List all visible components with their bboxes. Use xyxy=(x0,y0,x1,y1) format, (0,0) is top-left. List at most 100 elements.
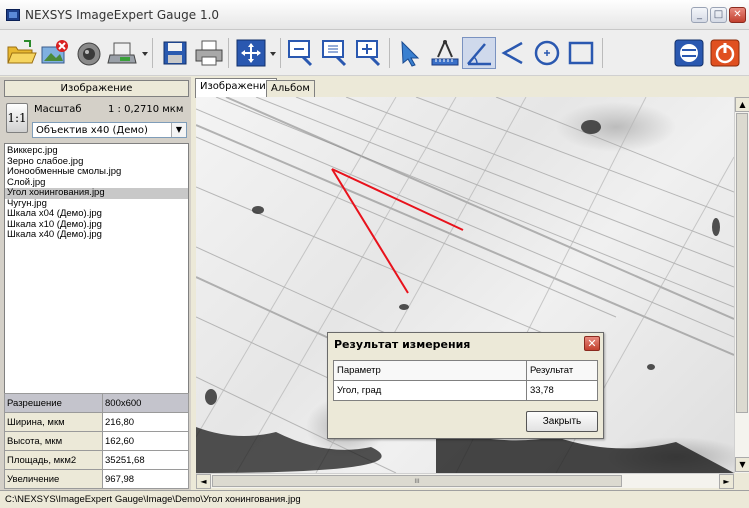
camera-icon xyxy=(77,42,101,66)
power-icon xyxy=(710,39,740,67)
info-value: 800x600 xyxy=(102,393,189,413)
info-row: Увеличение 967,98 xyxy=(4,469,189,489)
column-header-param: Параметр xyxy=(333,360,527,381)
panel-header: Изображение xyxy=(4,80,189,97)
scroll-left-button[interactable]: ◄ xyxy=(196,474,211,489)
file-list-item[interactable]: Шкала х04 (Демо).jpg xyxy=(5,208,188,220)
toolbar-separator xyxy=(152,38,153,68)
scroll-right-button[interactable]: ► xyxy=(719,474,734,489)
zoom-out-icon xyxy=(288,40,313,67)
print-icon xyxy=(195,40,223,66)
move-icon xyxy=(236,39,266,67)
measurement-result-dialog: Результат измерения ✕ Параметр Результат… xyxy=(327,332,604,439)
scroll-down-button[interactable]: ▼ xyxy=(735,457,749,472)
zoom-out-button[interactable] xyxy=(285,37,319,69)
toolbar xyxy=(0,30,749,76)
toolbar-separator xyxy=(228,38,229,68)
vertical-scrollbar[interactable]: ▲ ▼ xyxy=(734,97,749,473)
objective-select[interactable]: Объектив х40 (Демо) ▼ xyxy=(32,122,187,138)
scanner-button[interactable] xyxy=(106,37,140,69)
app-icon xyxy=(6,9,20,21)
left-panel: Изображение 1:1 Масштаб 1 : 0,2710 мкм О… xyxy=(0,77,191,490)
scanner-icon xyxy=(107,42,137,64)
open-folder-icon xyxy=(7,40,37,64)
file-path: C:\NEXSYS\ImageExpert Gauge\Image\Demo\У… xyxy=(5,494,301,505)
result-table: Параметр Результат Угол, град 33,78 xyxy=(333,360,598,401)
info-key: Увеличение xyxy=(4,469,103,489)
info-key: Высота, мкм xyxy=(4,431,103,451)
result-value-cell[interactable]: 33,78 xyxy=(526,380,598,401)
rectangle-measure-icon xyxy=(568,41,594,65)
info-key: Площадь, мкм2 xyxy=(4,450,103,470)
toolbar-separator xyxy=(280,38,281,68)
dialog-title: Результат измерения xyxy=(334,338,471,351)
vertical-scroll-thumb[interactable] xyxy=(736,113,748,413)
result-param-cell: Угол, град xyxy=(333,380,527,401)
open-folder-button[interactable] xyxy=(4,37,38,69)
save-button[interactable] xyxy=(158,37,192,69)
zoom-fit-icon xyxy=(322,40,347,67)
dialog-close-icon[interactable]: ✕ xyxy=(584,336,600,351)
file-list-item[interactable]: Шкала х40 (Демо).jpg xyxy=(5,229,188,241)
circle-measure-button[interactable] xyxy=(530,37,564,69)
info-row: Ширина, мкм 216,80 xyxy=(4,412,189,432)
delete-image-icon xyxy=(41,40,68,64)
circle-measure-icon xyxy=(534,40,560,66)
chevron-down-icon: ▼ xyxy=(171,123,186,137)
pointer-button[interactable] xyxy=(394,37,428,69)
save-icon xyxy=(163,41,187,65)
minimize-button[interactable]: _ xyxy=(691,7,708,23)
file-list-item[interactable]: Виккерс.jpg xyxy=(5,145,188,157)
objective-value: Объектив х40 (Демо) xyxy=(36,125,148,136)
toolbar-separator xyxy=(389,38,390,68)
info-row: Площадь, мкм2 35251,68 xyxy=(4,450,189,470)
horizontal-scroll-thumb[interactable]: III xyxy=(212,475,622,487)
scale-value: 1 : 0,2710 мкм xyxy=(108,104,184,115)
info-key: Разрешение xyxy=(4,393,103,413)
info-value: 162,60 xyxy=(102,431,189,451)
horizontal-scrollbar[interactable]: ◄ III ► xyxy=(196,473,734,489)
tab-album[interactable]: Альбом xyxy=(266,80,315,97)
close-button[interactable]: ✕ xyxy=(729,7,746,23)
move-dropdown[interactable] xyxy=(270,49,276,56)
toolbar-separator xyxy=(602,38,603,68)
info-key: Ширина, мкм xyxy=(4,412,103,432)
scale-label: Масштаб xyxy=(34,104,82,115)
calibrate-button[interactable] xyxy=(672,37,706,69)
info-row: Высота, мкм 162,60 xyxy=(4,431,189,451)
delete-image-button[interactable] xyxy=(38,37,72,69)
maximize-button[interactable]: □ xyxy=(710,7,727,23)
close-dialog-button[interactable]: Закрыть xyxy=(526,411,598,432)
window-title: NEXSYS ImageExpert Gauge 1.0 xyxy=(25,8,220,22)
image-info-table: Разрешение 800x600 Ширина, мкм 216,80 Высота… xyxy=(4,393,189,489)
angle-open-icon xyxy=(501,41,523,65)
title-bar: NEXSYS ImageExpert Gauge 1.0 _ □ ✕ xyxy=(0,0,749,30)
print-button[interactable] xyxy=(192,37,226,69)
calibrate-icon xyxy=(674,39,704,67)
zoom-in-button[interactable] xyxy=(353,37,387,69)
column-header-result: Результат xyxy=(526,360,598,381)
info-row: Разрешение 800x600 xyxy=(4,393,189,413)
info-value: 35251,68 xyxy=(102,450,189,470)
scanner-dropdown[interactable] xyxy=(142,49,148,56)
zoom-fit-button[interactable] xyxy=(319,37,353,69)
camera-button[interactable] xyxy=(72,37,106,69)
chevron-down-icon xyxy=(270,52,276,56)
chevron-down-icon xyxy=(142,52,148,56)
power-button[interactable] xyxy=(708,37,742,69)
file-list-item[interactable]: Ионообменные смолы.jpg xyxy=(5,166,188,178)
move-button[interactable] xyxy=(234,37,268,69)
scale-1-1-button[interactable]: 1:1 xyxy=(6,103,28,133)
tab-bar: Изображение Альбом xyxy=(193,77,749,98)
angle-open-button[interactable] xyxy=(496,37,530,69)
angle-measure-button[interactable] xyxy=(462,37,496,69)
file-list-item[interactable]: Угол хонингования.jpg xyxy=(5,187,188,199)
pointer-icon xyxy=(401,40,420,67)
dialog-title-bar[interactable]: Результат измерения ✕ xyxy=(328,333,603,355)
tab-image[interactable]: Изображение xyxy=(195,78,277,98)
scroll-up-button[interactable]: ▲ xyxy=(735,97,749,112)
status-bar: C:\NEXSYS\ImageExpert Gauge\Image\Demo\У… xyxy=(0,490,749,508)
length-measure-button[interactable] xyxy=(428,37,462,69)
angle-measure-icon xyxy=(467,43,491,66)
rectangle-measure-button[interactable] xyxy=(564,37,598,69)
